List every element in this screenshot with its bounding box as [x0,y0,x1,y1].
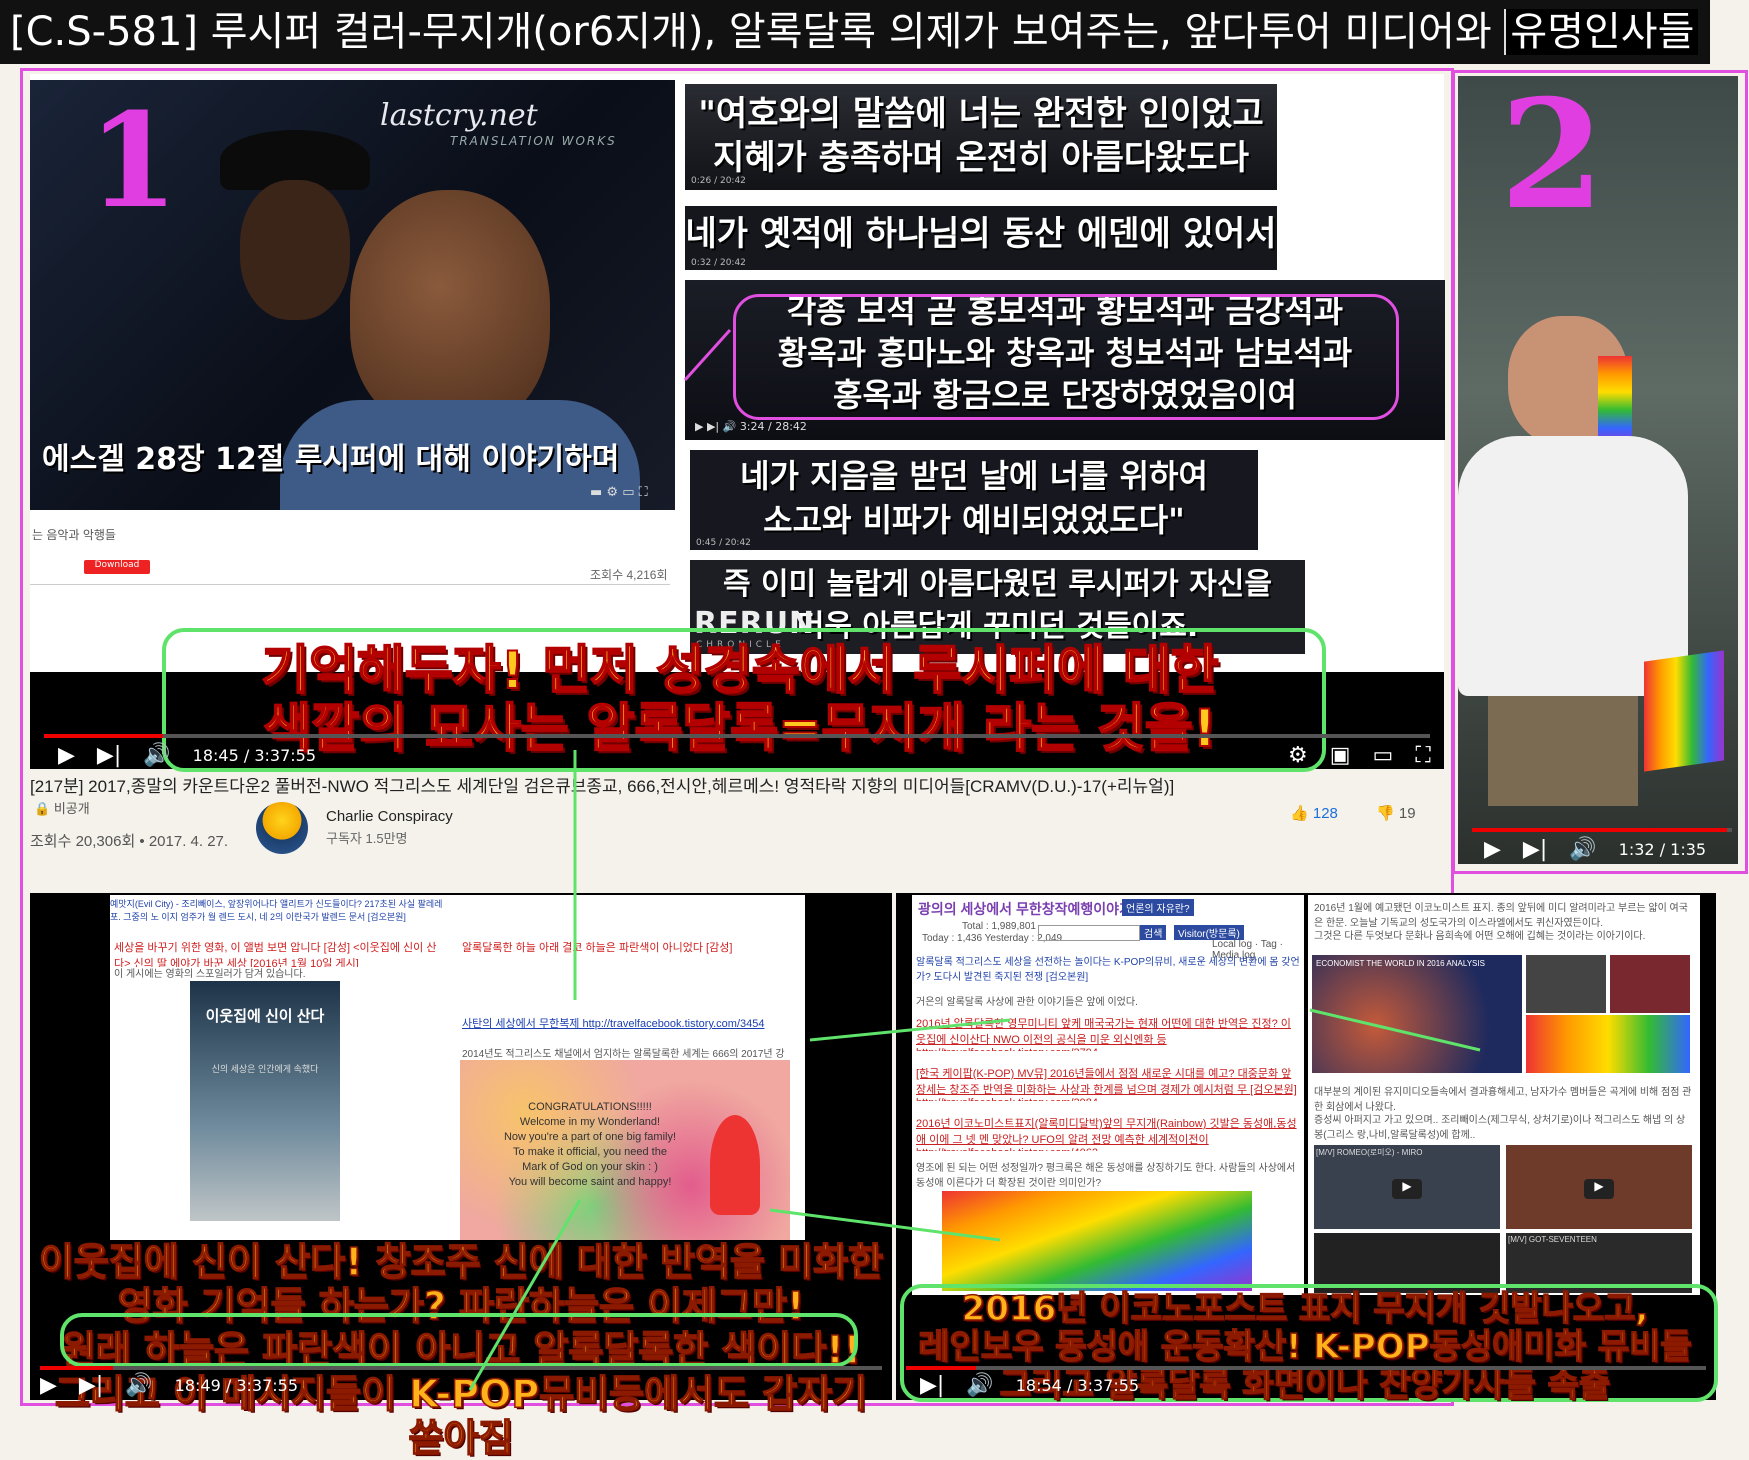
arrow-line-5 [1309,1008,1481,1052]
arrow-line-3 [769,1208,1001,1242]
annotation-arrows [468,328,1481,1391]
arrow-line-6 [683,328,732,382]
arrow-line-4 [468,1199,582,1391]
arrow-line-2 [809,1018,1011,1042]
